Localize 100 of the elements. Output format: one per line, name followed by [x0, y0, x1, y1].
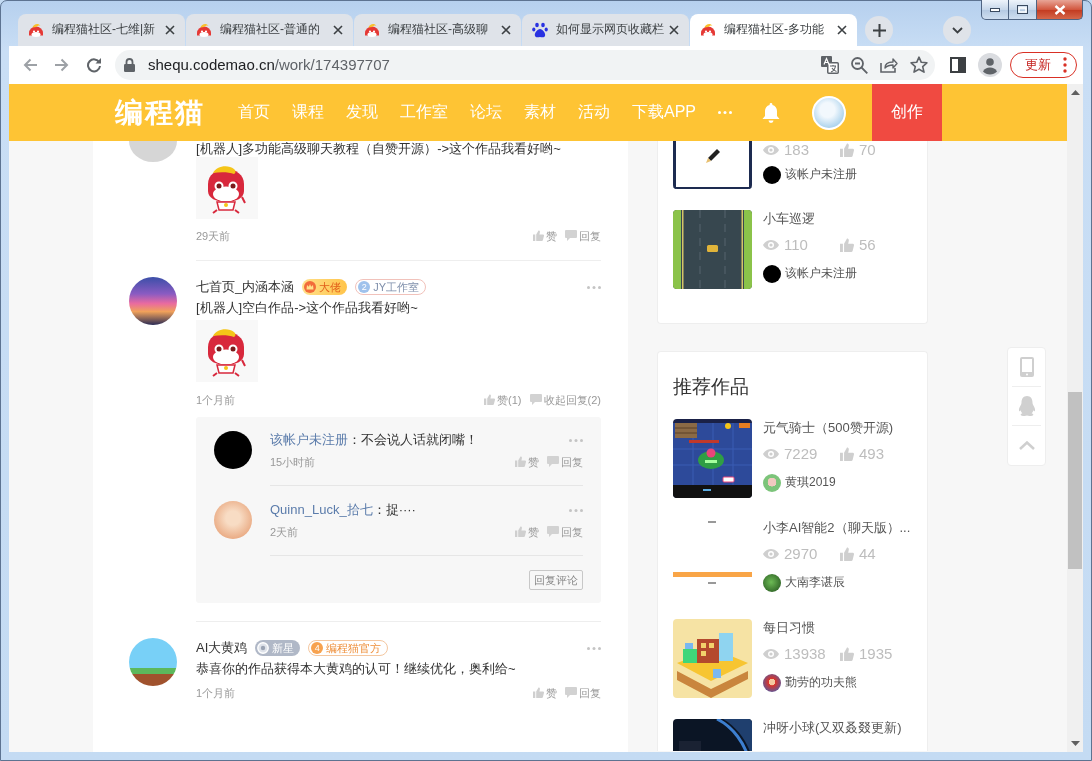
- studio-name: JY工作室: [373, 281, 420, 293]
- author-name[interactable]: 该帐户未注册: [785, 266, 857, 282]
- user-name[interactable]: AI大黄鸡: [196, 639, 248, 657]
- update-button[interactable]: 更新: [1010, 52, 1077, 78]
- like-button[interactable]: 赞: [515, 454, 539, 470]
- user-avatar[interactable]: [763, 674, 781, 692]
- close-icon[interactable]: [165, 25, 175, 35]
- minimize-icon: [990, 7, 1000, 12]
- scrollbar[interactable]: [1067, 84, 1083, 752]
- close-window-button[interactable]: [1037, 0, 1083, 20]
- side-panel-icon[interactable]: [950, 57, 966, 73]
- like-count: 44: [859, 544, 876, 564]
- address-field[interactable]: shequ.codemao.cn/work/174397707: [115, 50, 935, 80]
- comment-time: 29天前: [196, 228, 231, 244]
- reply-button[interactable]: 回复: [565, 228, 601, 244]
- work-title[interactable]: 小车巡逻: [763, 210, 912, 228]
- reply-button[interactable]: 回复: [547, 454, 583, 470]
- reply-time: 2天前: [270, 524, 299, 540]
- author-name[interactable]: 黄琪2019: [785, 475, 836, 491]
- browser-tab[interactable]: 编程猫社区-七维|新: [18, 14, 185, 46]
- work-title[interactable]: 冲呀小球(又双叒叕更新): [763, 719, 912, 737]
- comment-icon: [547, 526, 559, 538]
- plus-icon: [872, 23, 886, 37]
- rank-label: 大佬: [319, 281, 342, 293]
- reload-icon[interactable]: [86, 57, 102, 73]
- scroll-up-icon[interactable]: [1070, 90, 1080, 95]
- project-thumbnail[interactable]: [673, 619, 752, 698]
- author-name[interactable]: 该帐户未注册: [785, 167, 857, 183]
- view-count: 13938: [784, 644, 826, 664]
- like-button[interactable]: 赞: [533, 228, 557, 244]
- back-icon[interactable]: [22, 57, 38, 73]
- like-count: 56: [859, 235, 876, 255]
- project-thumbnail[interactable]: [673, 419, 752, 498]
- browser-tab[interactable]: 编程猫社区-多功能: [690, 14, 857, 46]
- reply-comment-button[interactable]: 回复评论: [529, 570, 583, 590]
- section-title: 推荐作品: [673, 375, 750, 399]
- project-thumbnail[interactable]: [673, 141, 752, 189]
- mascot-favicon-icon: [28, 22, 44, 38]
- profile-icon[interactable]: [978, 53, 1002, 77]
- paw-favicon-icon: [532, 22, 548, 38]
- like-button[interactable]: 赞: [515, 524, 539, 540]
- level-number: 4: [311, 642, 324, 654]
- close-icon[interactable]: [501, 25, 511, 35]
- reply-button[interactable]: 回复: [565, 685, 601, 701]
- browser-tab[interactable]: 编程猫社区-高级聊: [354, 14, 521, 46]
- thumbs-up-icon: [533, 230, 544, 242]
- comment-time: 1个月前: [196, 392, 236, 408]
- comment-time: 1个月前: [196, 685, 236, 701]
- project-thumbnail[interactable]: [673, 719, 752, 751]
- close-icon[interactable]: [669, 25, 679, 35]
- comment-icon: [565, 687, 577, 699]
- zoom-out-icon[interactable]: [851, 56, 868, 74]
- tab-list-button[interactable]: [943, 16, 971, 44]
- share-icon[interactable]: [880, 57, 898, 73]
- user-name[interactable]: 七首页_内涵本涵: [196, 278, 295, 296]
- more-vert-icon: [1063, 57, 1067, 73]
- like-button[interactable]: 赞(1): [484, 392, 522, 408]
- user-avatar[interactable]: [129, 277, 177, 325]
- author-name[interactable]: 大南李谌辰: [785, 575, 845, 591]
- close-icon[interactable]: [837, 25, 847, 35]
- maximize-button[interactable]: [1009, 0, 1037, 20]
- minimize-button[interactable]: [981, 0, 1009, 20]
- mascot-favicon-icon: [196, 22, 212, 38]
- comment-text: [机器人]空白作品->这个作品我看好哟~: [196, 299, 419, 317]
- reply-author-link[interactable]: Quinn_Luck_拾七: [270, 501, 373, 517]
- thumbs-up-icon: [840, 647, 854, 661]
- reply-button[interactable]: 回复: [547, 524, 583, 540]
- user-avatar[interactable]: [763, 166, 781, 184]
- work-title[interactable]: 每日习惯: [763, 619, 912, 637]
- browser-tab[interactable]: 编程猫社区-普通的: [186, 14, 353, 46]
- work-title[interactable]: 元气骑士（500赞开源): [763, 419, 912, 437]
- comment-icon: [529, 394, 542, 406]
- comment-text: [机器人]多功能高级聊天教程（自赞开源）->这个作品我看好哟~: [196, 141, 562, 157]
- forward-icon[interactable]: [54, 57, 70, 73]
- reply-button[interactable]: 收起回复(2): [529, 392, 601, 408]
- project-thumbnail[interactable]: [673, 210, 752, 289]
- close-icon: [1053, 4, 1066, 15]
- view-count: 2970: [784, 544, 818, 564]
- eye-icon: [763, 449, 779, 459]
- thumbs-up-icon: [840, 238, 854, 252]
- reply-author-link[interactable]: 该帐户未注册: [270, 431, 348, 447]
- user-avatar[interactable]: [763, 265, 781, 283]
- level-number: 2: [358, 281, 371, 293]
- scroll-down-icon[interactable]: [1070, 741, 1080, 746]
- url-text[interactable]: shequ.codemao.cn/work/174397707: [148, 55, 390, 75]
- star-icon[interactable]: [910, 56, 928, 74]
- scrollbar-thumb[interactable]: [1068, 392, 1082, 569]
- like-button[interactable]: 赞: [533, 685, 557, 701]
- create-button[interactable]: 创作: [872, 84, 942, 141]
- work-title[interactable]: 小李AI智能2（聊天版）...: [763, 519, 912, 537]
- studio-tag[interactable]: 2 JY工作室: [355, 279, 427, 295]
- reply-time: 15小时前: [270, 454, 316, 470]
- browser-tab[interactable]: 如何显示网页收藏栏: [522, 14, 689, 46]
- translate-icon[interactable]: [821, 56, 839, 74]
- author-name[interactable]: 勤劳的功夫熊: [785, 675, 857, 691]
- rank-label: 新星: [272, 642, 295, 654]
- user-avatar[interactable]: [214, 431, 252, 469]
- thumbs-up-icon: [515, 526, 526, 538]
- close-icon[interactable]: [333, 25, 343, 35]
- new-tab-button[interactable]: [865, 16, 893, 44]
